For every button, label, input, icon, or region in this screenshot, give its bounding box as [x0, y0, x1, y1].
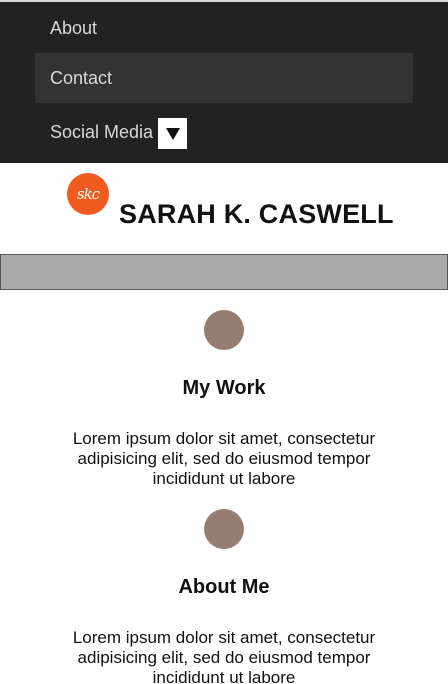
site-logo[interactable]: skc — [67, 173, 109, 215]
nav-item-social-media[interactable]: Social Media — [35, 107, 413, 157]
top-navigation: About Contact Social Media — [0, 0, 448, 163]
site-title: SARAH K. CASWELL — [119, 199, 394, 229]
nav-item-about[interactable]: About — [35, 3, 413, 53]
section-title: About Me — [178, 576, 270, 598]
section-title: My Work — [182, 377, 266, 399]
social-media-dropdown-button[interactable] — [158, 118, 187, 149]
section-about-me: About Me Lorem ipsum dolor sit amet, con… — [0, 509, 448, 684]
circle-icon — [204, 509, 244, 549]
logo-monogram: skc — [76, 185, 100, 203]
nav-item-contact[interactable]: Contact — [35, 53, 413, 103]
caret-down-icon — [165, 127, 180, 140]
section-text: Lorem ipsum dolor sit amet, consectetur … — [72, 429, 376, 488]
circle-icon — [204, 310, 244, 350]
section-text: Lorem ipsum dolor sit amet, consectetur … — [72, 628, 376, 684]
section-my-work: My Work Lorem ipsum dolor sit amet, cons… — [0, 310, 448, 489]
hero-banner — [0, 254, 448, 290]
